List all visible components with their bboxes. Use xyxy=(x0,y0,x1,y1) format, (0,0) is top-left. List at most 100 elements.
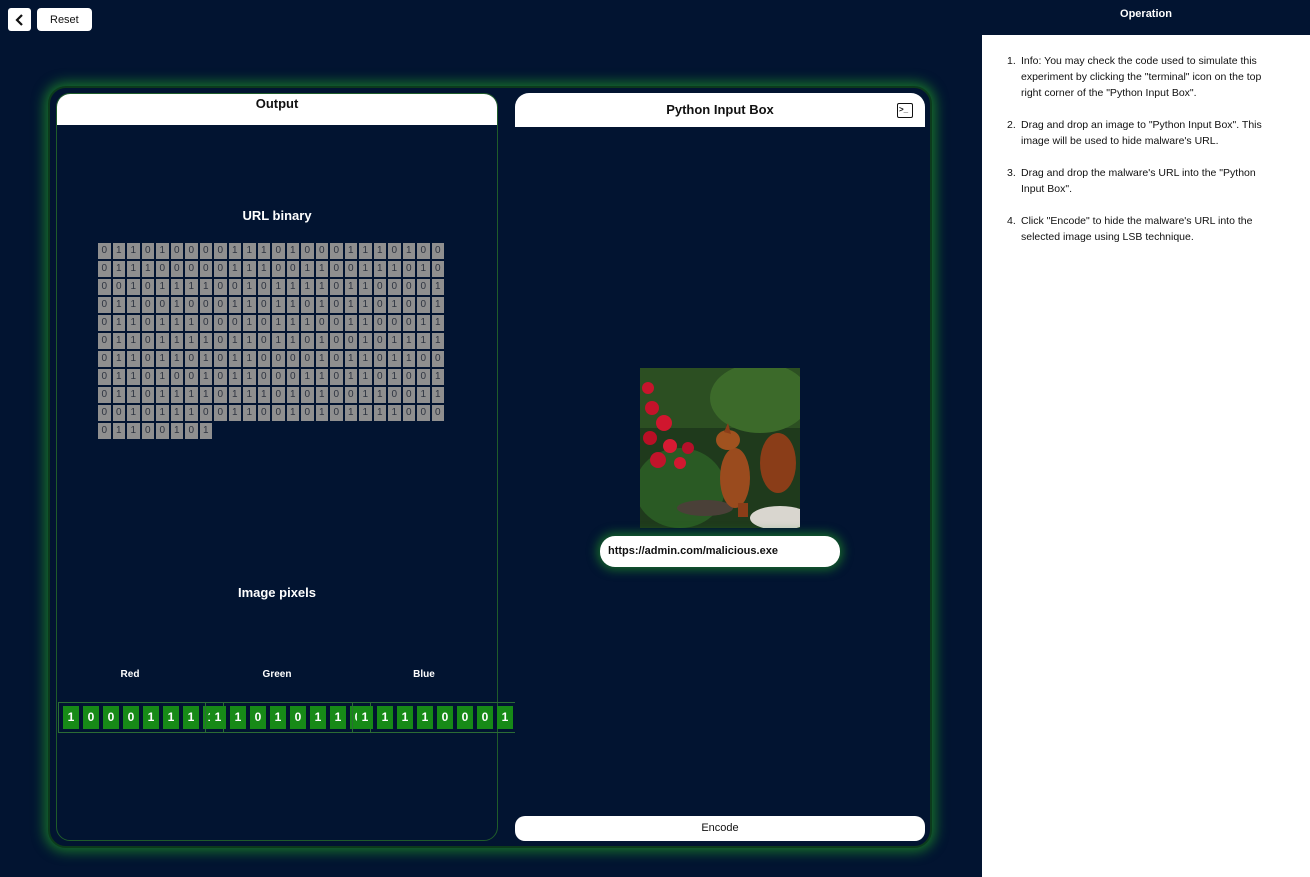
binary-bit: 1 xyxy=(228,351,241,367)
binary-bit: 1 xyxy=(301,261,314,277)
binary-bit: 0 xyxy=(330,243,343,259)
pixel-bit: 0 xyxy=(457,706,473,729)
binary-bit: 1 xyxy=(388,369,401,385)
binary-bit: 0 xyxy=(373,333,386,349)
binary-row: 011011100010111001100011 xyxy=(98,315,444,331)
operation-step: 4. Click "Encode" to hide the malware's U… xyxy=(1007,213,1280,245)
binary-bit: 0 xyxy=(214,315,227,331)
binary-bit: 1 xyxy=(127,369,140,385)
binary-bit: 1 xyxy=(127,297,140,313)
binary-bit: 1 xyxy=(388,351,401,367)
binary-bit: 1 xyxy=(112,423,125,439)
pixel-bit: 0 xyxy=(250,706,266,729)
binary-bit: 0 xyxy=(199,297,212,313)
pixel-bit: 1 xyxy=(63,706,79,729)
binary-bit: 1 xyxy=(112,261,125,277)
binary-bit: 0 xyxy=(141,405,154,421)
binary-bit: 0 xyxy=(417,243,430,259)
binary-bit: 1 xyxy=(156,243,169,259)
binary-bit: 1 xyxy=(315,261,328,277)
binary-bit: 0 xyxy=(388,387,401,403)
pixel-bit: 0 xyxy=(83,706,99,729)
output-panel-title: Output xyxy=(57,94,497,125)
binary-bit: 1 xyxy=(417,387,430,403)
binary-bit: 1 xyxy=(417,315,430,331)
binary-bit: 0 xyxy=(330,333,343,349)
operation-step-text: Drag and drop an image to "Python Input … xyxy=(1021,119,1262,147)
binary-bit: 0 xyxy=(402,369,415,385)
binary-bit: 0 xyxy=(199,405,212,421)
binary-bit: 1 xyxy=(344,279,357,295)
binary-bit: 0 xyxy=(330,261,343,277)
binary-bit: 1 xyxy=(301,369,314,385)
binary-bit: 1 xyxy=(127,315,140,331)
reset-button[interactable]: Reset xyxy=(37,8,92,31)
binary-bit: 0 xyxy=(257,369,270,385)
binary-bit: 0 xyxy=(431,261,444,277)
encode-button[interactable]: Encode xyxy=(515,816,925,841)
binary-bit: 1 xyxy=(402,243,415,259)
binary-bit: 0 xyxy=(330,387,343,403)
binary-row: 011010000111010001110100 xyxy=(98,243,444,259)
url-binary-grid: 0110100001110100011101000111000001110011… xyxy=(98,243,444,439)
binary-bit: 0 xyxy=(272,351,285,367)
binary-bit: 0 xyxy=(214,405,227,421)
binary-bit: 0 xyxy=(402,297,415,313)
malware-url-chip[interactable]: https://admin.com/malicious.exe xyxy=(600,536,840,567)
binary-bit: 0 xyxy=(185,423,198,439)
binary-bit: 1 xyxy=(199,351,212,367)
operation-sidebar: Operation 1. Info: You may check the code… xyxy=(982,0,1310,877)
binary-bit: 0 xyxy=(373,369,386,385)
binary-bit: 0 xyxy=(214,243,227,259)
operation-step: 1. Info: You may check the code used to s… xyxy=(1007,53,1280,101)
binary-bit: 0 xyxy=(373,351,386,367)
binary-bit: 0 xyxy=(301,351,314,367)
binary-bit: 0 xyxy=(185,261,198,277)
binary-bit: 1 xyxy=(185,279,198,295)
binary-bit: 0 xyxy=(228,279,241,295)
binary-bit: 1 xyxy=(315,369,328,385)
binary-bit: 0 xyxy=(402,279,415,295)
blue-channel-label: Blue xyxy=(413,669,435,680)
binary-bit: 0 xyxy=(98,405,111,421)
binary-bit: 0 xyxy=(315,315,328,331)
binary-bit: 1 xyxy=(156,369,169,385)
binary-bit: 0 xyxy=(257,315,270,331)
pixel-bit: 0 xyxy=(103,706,119,729)
binary-bit: 0 xyxy=(388,279,401,295)
binary-bit: 0 xyxy=(431,243,444,259)
binary-bit: 1 xyxy=(170,297,183,313)
binary-bit: 0 xyxy=(257,297,270,313)
binary-bit: 1 xyxy=(257,261,270,277)
binary-row: 011011110111010100110011 xyxy=(98,387,444,403)
binary-bit: 1 xyxy=(112,315,125,331)
binary-bit: 0 xyxy=(185,297,198,313)
binary-bit: 1 xyxy=(127,261,140,277)
binary-bit: 1 xyxy=(127,387,140,403)
binary-bit: 0 xyxy=(141,369,154,385)
binary-bit: 1 xyxy=(315,405,328,421)
binary-bit: 1 xyxy=(228,333,241,349)
binary-bit: 0 xyxy=(141,315,154,331)
binary-bit: 1 xyxy=(431,333,444,349)
blue-channel-bits: 11110001 xyxy=(352,702,518,733)
binary-bit: 0 xyxy=(98,351,111,367)
binary-bit: 1 xyxy=(359,405,372,421)
red-channel-bits: 10001111 xyxy=(58,702,224,733)
binary-bit: 0 xyxy=(98,243,111,259)
pixel-bit: 1 xyxy=(230,706,246,729)
binary-bit: 1 xyxy=(417,261,430,277)
binary-bit: 1 xyxy=(243,261,256,277)
binary-bit: 1 xyxy=(112,243,125,259)
binary-bit: 1 xyxy=(315,279,328,295)
binary-bit: 0 xyxy=(417,369,430,385)
binary-bit: 1 xyxy=(359,387,372,403)
back-button[interactable] xyxy=(8,8,31,31)
terminal-icon[interactable]: >_ xyxy=(897,103,913,118)
binary-bit: 0 xyxy=(170,261,183,277)
binary-bit: 0 xyxy=(272,387,285,403)
binary-bit: 1 xyxy=(127,243,140,259)
binary-bit: 0 xyxy=(98,387,111,403)
binary-bit: 0 xyxy=(344,387,357,403)
pixel-bit: 1 xyxy=(163,706,179,729)
